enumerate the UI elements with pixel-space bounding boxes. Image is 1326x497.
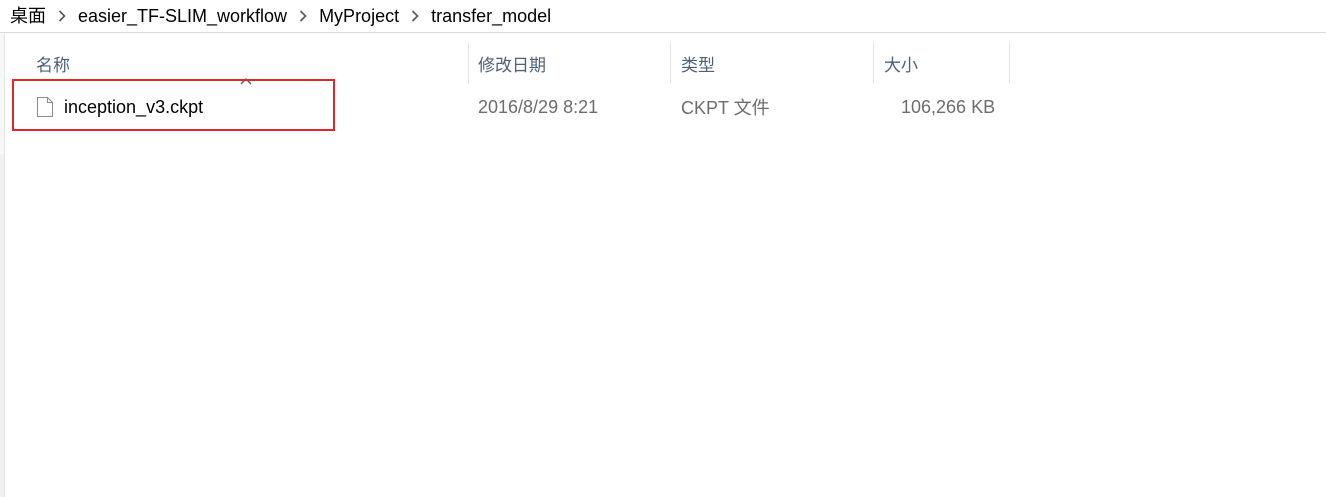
column-header-type[interactable]: 类型 xyxy=(671,42,873,84)
file-modified-date: 2016/8/29 8:21 xyxy=(478,96,599,117)
column-header-row: 名称 修改日期 类型 大小 xyxy=(0,34,1326,85)
column-header-name[interactable]: 名称 xyxy=(26,42,468,84)
column-divider[interactable] xyxy=(1009,42,1010,84)
chevron-right-icon[interactable] xyxy=(287,10,319,22)
breadcrumb: 桌面 easier_TF-SLIM_workflow MyProject tra… xyxy=(0,0,1326,33)
chevron-right-icon[interactable] xyxy=(46,10,78,22)
file-type: CKPT 文件 xyxy=(681,98,770,118)
file-list-item[interactable]: inception_v3.ckpt 2016/8/29 8:21 CKPT 文件… xyxy=(12,84,1312,130)
breadcrumb-item-myproject[interactable]: MyProject xyxy=(319,0,399,33)
column-header-modified[interactable]: 修改日期 xyxy=(468,42,670,84)
file-size: 106,266 KB xyxy=(901,96,996,117)
breadcrumb-item-transfer-model[interactable]: transfer_model xyxy=(431,0,551,33)
file-explorer-window: 桌面 easier_TF-SLIM_workflow MyProject tra… xyxy=(0,0,1326,497)
file-name-cell[interactable]: inception_v3.ckpt xyxy=(36,84,203,130)
file-icon xyxy=(37,97,53,117)
navigation-pane-edge[interactable] xyxy=(0,34,5,497)
chevron-right-icon[interactable] xyxy=(399,10,431,22)
breadcrumb-item-workflow[interactable]: easier_TF-SLIM_workflow xyxy=(78,0,287,33)
column-header-size[interactable]: 大小 xyxy=(874,42,1009,84)
file-name-label: inception_v3.ckpt xyxy=(64,96,204,117)
breadcrumb-item-desktop[interactable]: 桌面 xyxy=(10,0,46,33)
